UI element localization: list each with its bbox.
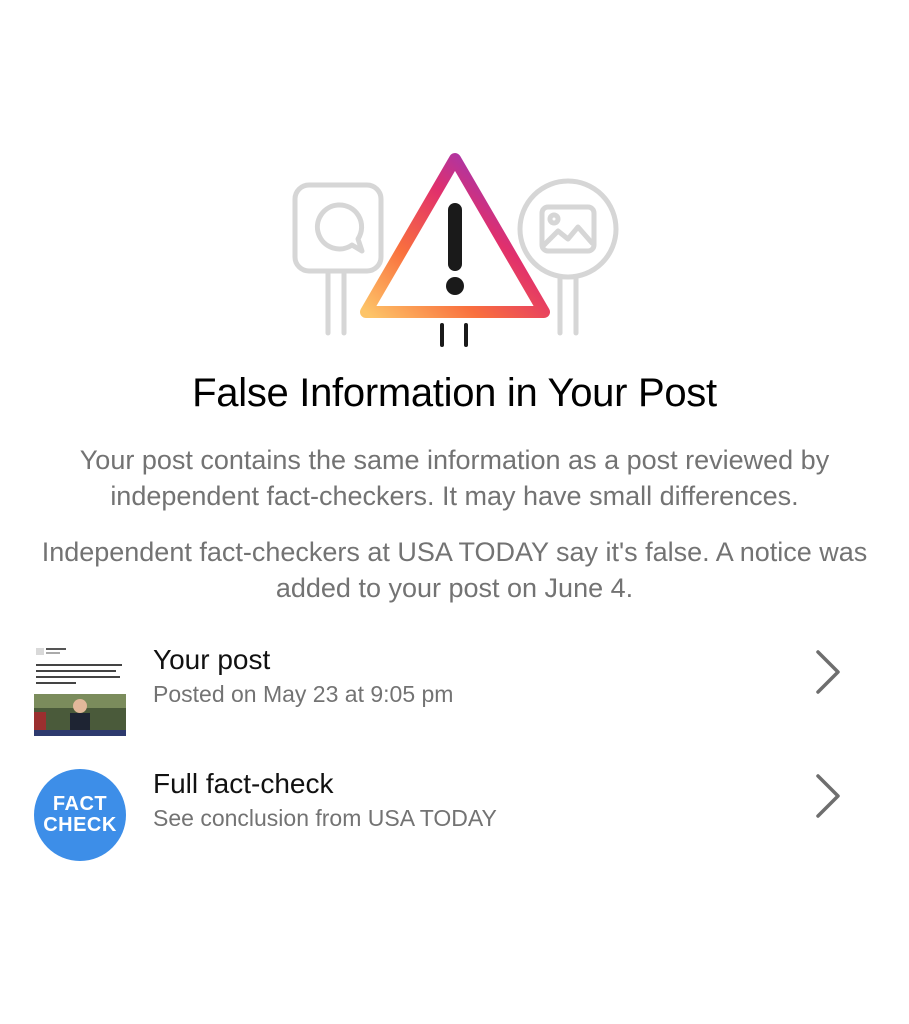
row-title: Your post [153,644,271,675]
row-title: Full fact-check [153,768,334,799]
your-post-row[interactable]: Your post Posted on May 23 at 9:05 pm [0,640,909,740]
row-subtitle: Posted on May 23 at 9:05 pm [153,681,454,707]
full-fact-check-row[interactable]: FACT CHECK Full fact-check See conclusio… [0,764,909,864]
chevron-right-icon [816,774,840,818]
page-title: False Information in Your Post [192,371,717,415]
row-subtitle: See conclusion from USA TODAY [153,805,497,831]
warning-triangle-icon [360,153,550,347]
notice-description: Your post contains the same information … [79,445,830,511]
fact-checker-verdict: Independent fact-checkers at USA TODAY s… [41,537,868,603]
warning-illustration [280,145,630,355]
post-thumbnail [34,644,126,736]
badge-line-2: CHECK [43,814,117,836]
fact-check-icon: FACT CHECK [34,769,126,861]
chevron-right-icon [816,650,840,694]
badge-line-1: FACT [52,793,108,815]
